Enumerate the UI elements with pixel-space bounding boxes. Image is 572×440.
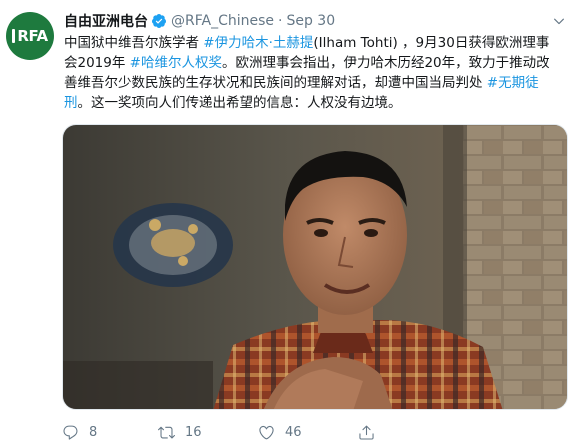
verified-badge-icon <box>151 13 167 29</box>
retweet-button[interactable]: 16 <box>158 424 202 440</box>
account-handle[interactable]: @RFA_Chinese <box>171 13 274 29</box>
header-separator: · <box>278 13 283 29</box>
tweet-card[interactable]: RFA 自由亚洲电台 @RFA_Chinese · Sep 30 中国狱中维吾尔… <box>0 0 572 440</box>
tweet-date[interactable]: Sep 30 <box>286 13 335 29</box>
rfa-logo: RFA <box>12 27 48 45</box>
hashtag-link[interactable]: #哈维尔人权奖 <box>130 55 222 71</box>
reply-count: 8 <box>89 424 98 440</box>
retweet-count: 16 <box>185 424 202 440</box>
chevron-down-icon[interactable] <box>552 14 566 28</box>
avatar[interactable]: RFA <box>6 12 54 60</box>
display-name[interactable]: 自由亚洲电台 <box>64 11 148 31</box>
tweet-text: 中国狱中维吾尔族学者 #伊力哈木·土赫提(Ilham Tohti) ，9月30日… <box>64 33 554 113</box>
like-count: 46 <box>285 424 302 440</box>
heart-icon <box>259 425 274 439</box>
portrait-image <box>63 125 567 409</box>
retweet-icon <box>158 426 175 438</box>
tweet-photo[interactable] <box>62 124 568 410</box>
tweet-text-part: 。这一奖项向人们传递出希望的信息：人权没有边境。 <box>77 95 402 111</box>
share-icon <box>359 425 374 440</box>
reply-button[interactable]: 8 <box>62 424 97 440</box>
hashtag-link[interactable]: #伊力哈木·土赫提 <box>203 35 313 51</box>
share-button[interactable] <box>358 424 375 440</box>
like-button[interactable]: 46 <box>258 424 302 440</box>
reply-icon <box>63 425 78 440</box>
avatar-text: RFA <box>17 27 48 45</box>
tweet-header: 自由亚洲电台 @RFA_Chinese · Sep 30 <box>64 10 564 32</box>
tweet-content: 自由亚洲电台 @RFA_Chinese · Sep 30 中国狱中维吾尔族学者 … <box>64 10 564 113</box>
tweet-actions: 8 16 46 <box>62 422 562 440</box>
tweet-text-part: 中国狱中维吾尔族学者 <box>64 35 204 51</box>
